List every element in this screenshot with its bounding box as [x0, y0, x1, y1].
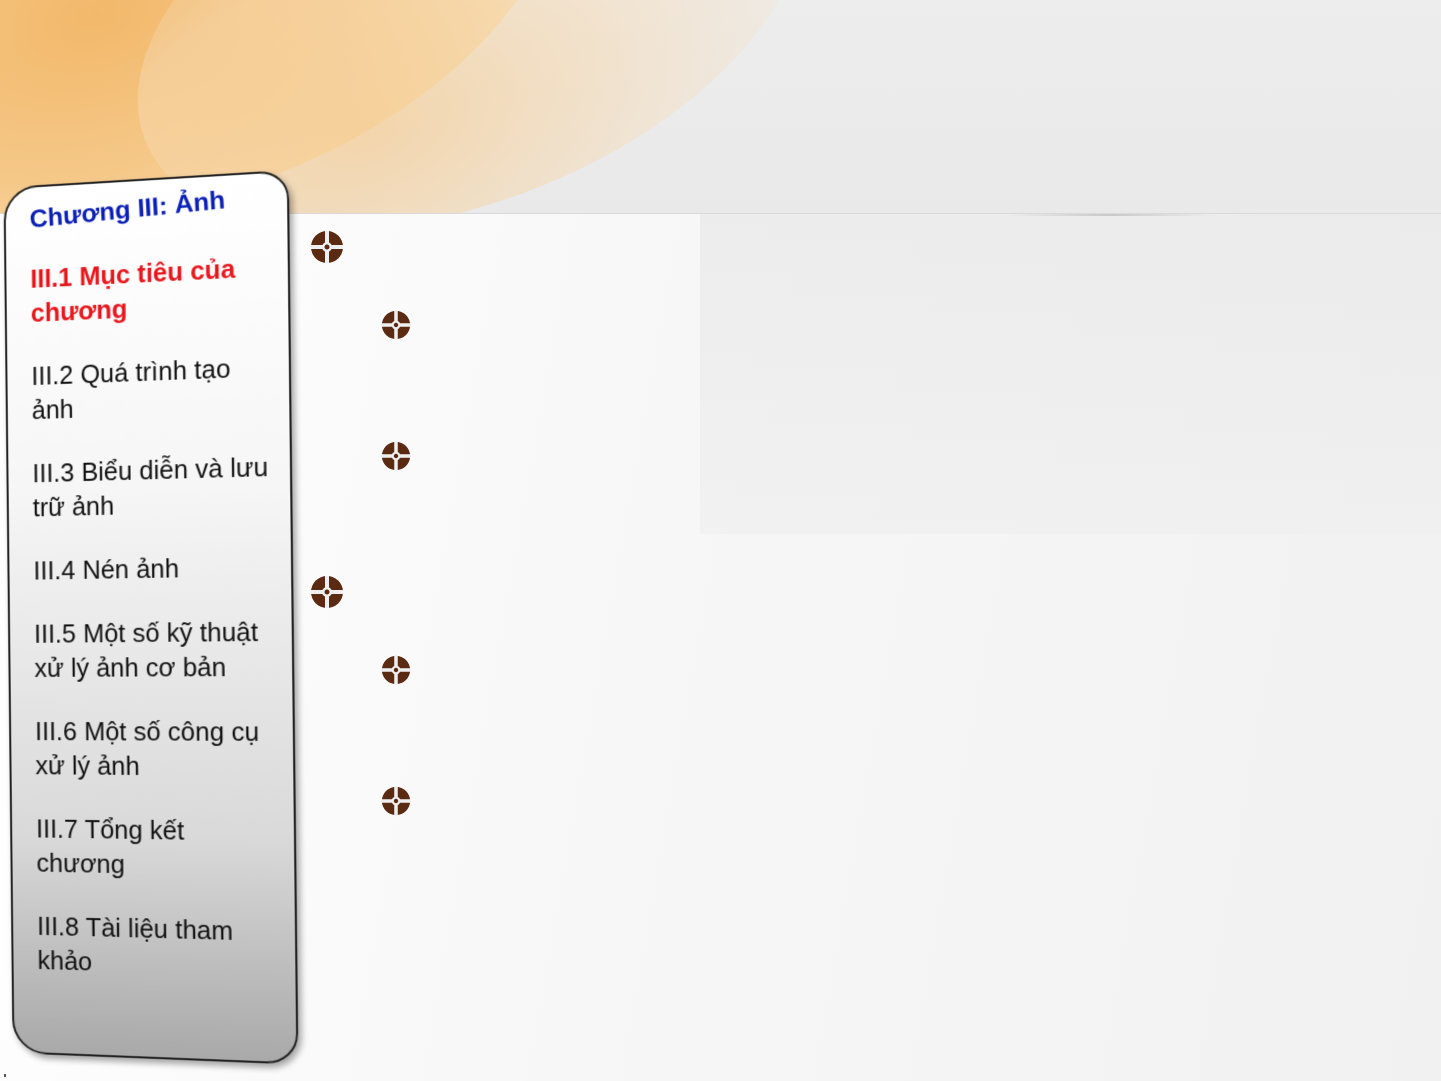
bullet-level2-icon	[381, 786, 411, 816]
bullet-level1-icon	[311, 231, 343, 263]
bullet-level2-icon	[381, 655, 411, 685]
bullet-level2-icon	[381, 441, 411, 471]
content-bullets	[0, 0, 1441, 1081]
slide: Chương III: Ảnh III.1 Mục tiêu của chươn…	[0, 0, 1441, 1081]
bullet-level2-icon	[381, 310, 411, 340]
corner-mark	[4, 1074, 6, 1077]
bullet-level1-icon	[311, 576, 343, 608]
